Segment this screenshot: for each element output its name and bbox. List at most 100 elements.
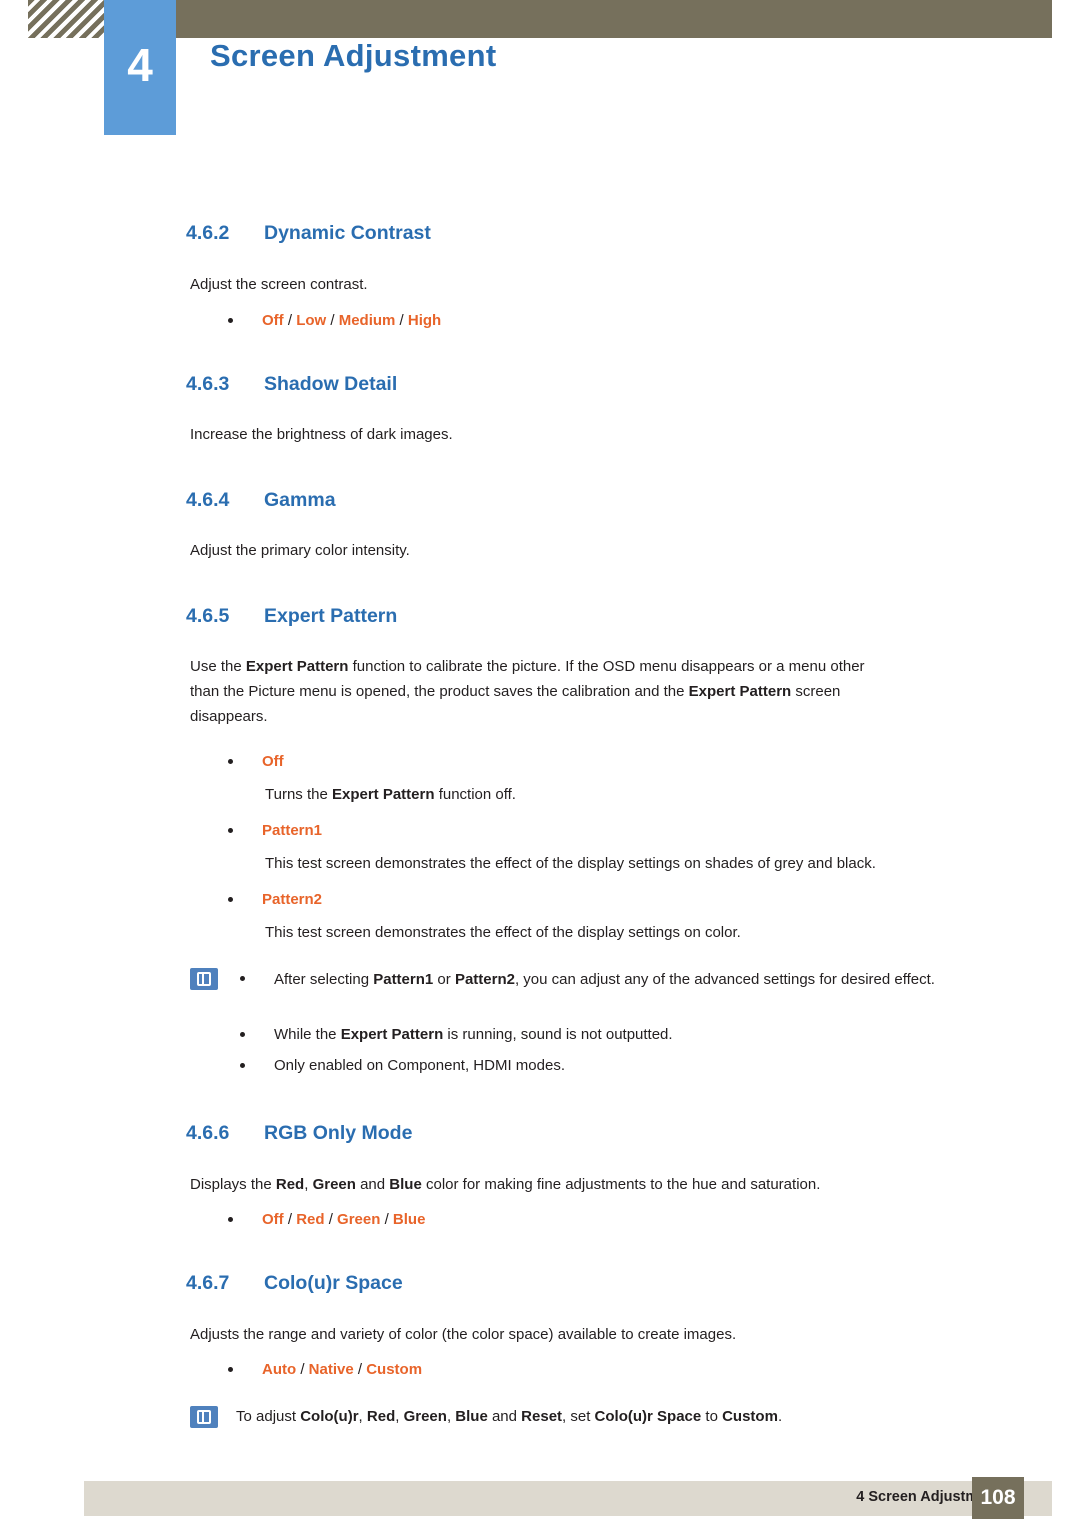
keyword-custom: Custom bbox=[722, 1408, 778, 1425]
options-list: Off / Red / Green / Blue bbox=[262, 1211, 426, 1228]
intro-text-2: function to calibrate the picture. If th… bbox=[348, 658, 865, 675]
section-number: 4.6.4 bbox=[186, 489, 230, 511]
option-blue: Blue bbox=[392, 1211, 426, 1228]
section-heading-4-6-6: 4.6.6 RGB Only Mode bbox=[186, 1122, 412, 1145]
keyword-green: Green bbox=[403, 1408, 447, 1425]
expert-pattern-item-pattern2-desc: This test screen demonstrates the effect… bbox=[265, 924, 741, 941]
keyword-expert-pattern-3: Expert Pattern bbox=[331, 786, 435, 803]
note-text-1: After selecting bbox=[274, 971, 374, 988]
intro-text-1: Use the bbox=[190, 658, 246, 675]
expert-pattern-item-pattern1-desc: This test screen demonstrates the effect… bbox=[265, 855, 876, 872]
note-text: After selecting Pattern1 or Pattern2, yo… bbox=[274, 968, 1034, 991]
section-title: Gamma bbox=[264, 489, 336, 511]
page-number: 108 bbox=[972, 1477, 1024, 1519]
keyword-pattern2: Pattern2 bbox=[454, 971, 515, 988]
note-text-2: , bbox=[358, 1408, 367, 1425]
body-text-1: Displays the bbox=[190, 1176, 276, 1193]
keyword-expert-pattern-2: Expert Pattern bbox=[688, 683, 792, 700]
keyword-green: Green bbox=[312, 1176, 356, 1193]
section-4-6-3-body: Increase the brightness of dark images. bbox=[190, 426, 453, 443]
header-bar bbox=[28, 0, 1052, 38]
section-title: Dynamic Contrast bbox=[264, 222, 431, 244]
keyword-colour: Colo(u)r bbox=[300, 1408, 359, 1425]
keyword-red: Red bbox=[275, 1176, 305, 1193]
section-number: 4.6.7 bbox=[186, 1272, 230, 1294]
bullet-dot bbox=[240, 1032, 245, 1037]
note-text-3: , you can adjust any of the advanced set… bbox=[514, 971, 891, 988]
chapter-title: Screen Adjustment bbox=[210, 38, 497, 73]
desc-text-2: function off. bbox=[434, 786, 516, 803]
bullet-dot bbox=[240, 976, 245, 981]
bullet-dot bbox=[228, 318, 233, 323]
bullet-dot bbox=[228, 828, 233, 833]
note-text-7: to bbox=[701, 1408, 723, 1425]
section-title: Colo(u)r Space bbox=[264, 1272, 403, 1294]
section-heading-4-6-7: 4.6.7 Colo(u)r Space bbox=[186, 1272, 403, 1295]
section-number: 4.6.6 bbox=[186, 1122, 230, 1144]
header-hatch-decoration bbox=[28, 0, 104, 38]
note-text-1: To adjust bbox=[236, 1408, 301, 1425]
section-title: RGB Only Mode bbox=[264, 1122, 413, 1144]
option-native: Native bbox=[308, 1361, 354, 1378]
section-heading-4-6-4: 4.6.4 Gamma bbox=[186, 489, 336, 512]
option-green: Green bbox=[337, 1211, 381, 1228]
keyword-reset: Reset bbox=[521, 1408, 563, 1425]
note-icon bbox=[190, 1406, 218, 1428]
option-auto: Auto bbox=[262, 1361, 297, 1378]
desc-text-1: Turns the bbox=[265, 786, 332, 803]
item-label: Pattern1 bbox=[262, 822, 323, 839]
note-text-5: and bbox=[487, 1408, 522, 1425]
page-header: 4 Screen Adjustment bbox=[0, 0, 1080, 152]
note-text: While the Expert Pattern is running, sou… bbox=[274, 1024, 673, 1046]
keyword-blue: Blue bbox=[455, 1408, 488, 1425]
section-title: Expert Pattern bbox=[264, 605, 398, 627]
section-4-6-7-body: Adjusts the range and variety of color (… bbox=[190, 1326, 737, 1343]
expert-pattern-item-off-desc: Turns the Expert Pattern function off. bbox=[265, 782, 1025, 807]
intro-text-5: disappears. bbox=[190, 708, 268, 725]
chapter-number-badge: 4 bbox=[104, 0, 176, 135]
keyword-pattern1: Pattern1 bbox=[373, 971, 434, 988]
note-text-1: While the bbox=[274, 1026, 341, 1043]
note-text-6: , set bbox=[562, 1408, 595, 1425]
section-heading-4-6-3: 4.6.3 Shadow Detail bbox=[186, 373, 397, 396]
bullet-dot bbox=[240, 1063, 245, 1068]
note-text-8: . bbox=[777, 1408, 783, 1425]
option-red: Red bbox=[296, 1211, 325, 1228]
option-custom: Custom bbox=[366, 1361, 423, 1378]
options-list: Off / Low / Medium / High bbox=[262, 312, 442, 329]
option-medium: Medium bbox=[338, 312, 396, 329]
section-4-6-6-body: Displays the Red, Green and Blue color f… bbox=[190, 1172, 1030, 1197]
keyword-colour-space: Colo(u)r Space bbox=[594, 1408, 702, 1425]
section-heading-4-6-5: 4.6.5 Expert Pattern bbox=[186, 605, 397, 628]
options-list: Auto / Native / Custom bbox=[262, 1361, 423, 1378]
bullet-dot bbox=[228, 1217, 233, 1222]
section-number: 4.6.3 bbox=[186, 373, 230, 395]
section-4-6-5-intro: Use the Expert Pattern function to calib… bbox=[190, 654, 1010, 729]
bullet-dot bbox=[228, 759, 233, 764]
body-text-3: and bbox=[355, 1176, 390, 1193]
item-label: Pattern2 bbox=[262, 891, 323, 908]
section-4-6-4-body: Adjust the primary color intensity. bbox=[190, 542, 410, 559]
note-text-4: effect. bbox=[894, 971, 935, 988]
keyword-blue: Blue bbox=[389, 1176, 422, 1193]
bullet-dot bbox=[228, 1367, 233, 1372]
keyword-expert-pattern: Expert Pattern bbox=[245, 658, 349, 675]
body-text-4: color for making fine adjustments to the… bbox=[421, 1176, 821, 1193]
section-number: 4.6.5 bbox=[186, 605, 230, 627]
note-text-2: or bbox=[433, 971, 455, 988]
note-text-3: , bbox=[395, 1408, 404, 1425]
option-off: Off bbox=[262, 312, 284, 329]
option-off: Off bbox=[262, 1211, 284, 1228]
section-4-6-2-body: Adjust the screen contrast. bbox=[190, 276, 368, 293]
keyword-expert-pattern-4: Expert Pattern bbox=[340, 1026, 444, 1043]
section-4-6-7-note: To adjust Colo(u)r, Red, Green, Blue and… bbox=[236, 1404, 1036, 1429]
intro-text-4: screen bbox=[791, 683, 841, 700]
note-text: Only enabled on Component, HDMI modes. bbox=[274, 1057, 565, 1074]
option-high: High bbox=[407, 312, 442, 329]
option-low: Low bbox=[296, 312, 327, 329]
section-title: Shadow Detail bbox=[264, 373, 398, 395]
section-number: 4.6.2 bbox=[186, 222, 230, 244]
section-heading-4-6-2: 4.6.2 Dynamic Contrast bbox=[186, 222, 431, 245]
keyword-red: Red bbox=[366, 1408, 396, 1425]
item-label: Off bbox=[262, 753, 284, 770]
